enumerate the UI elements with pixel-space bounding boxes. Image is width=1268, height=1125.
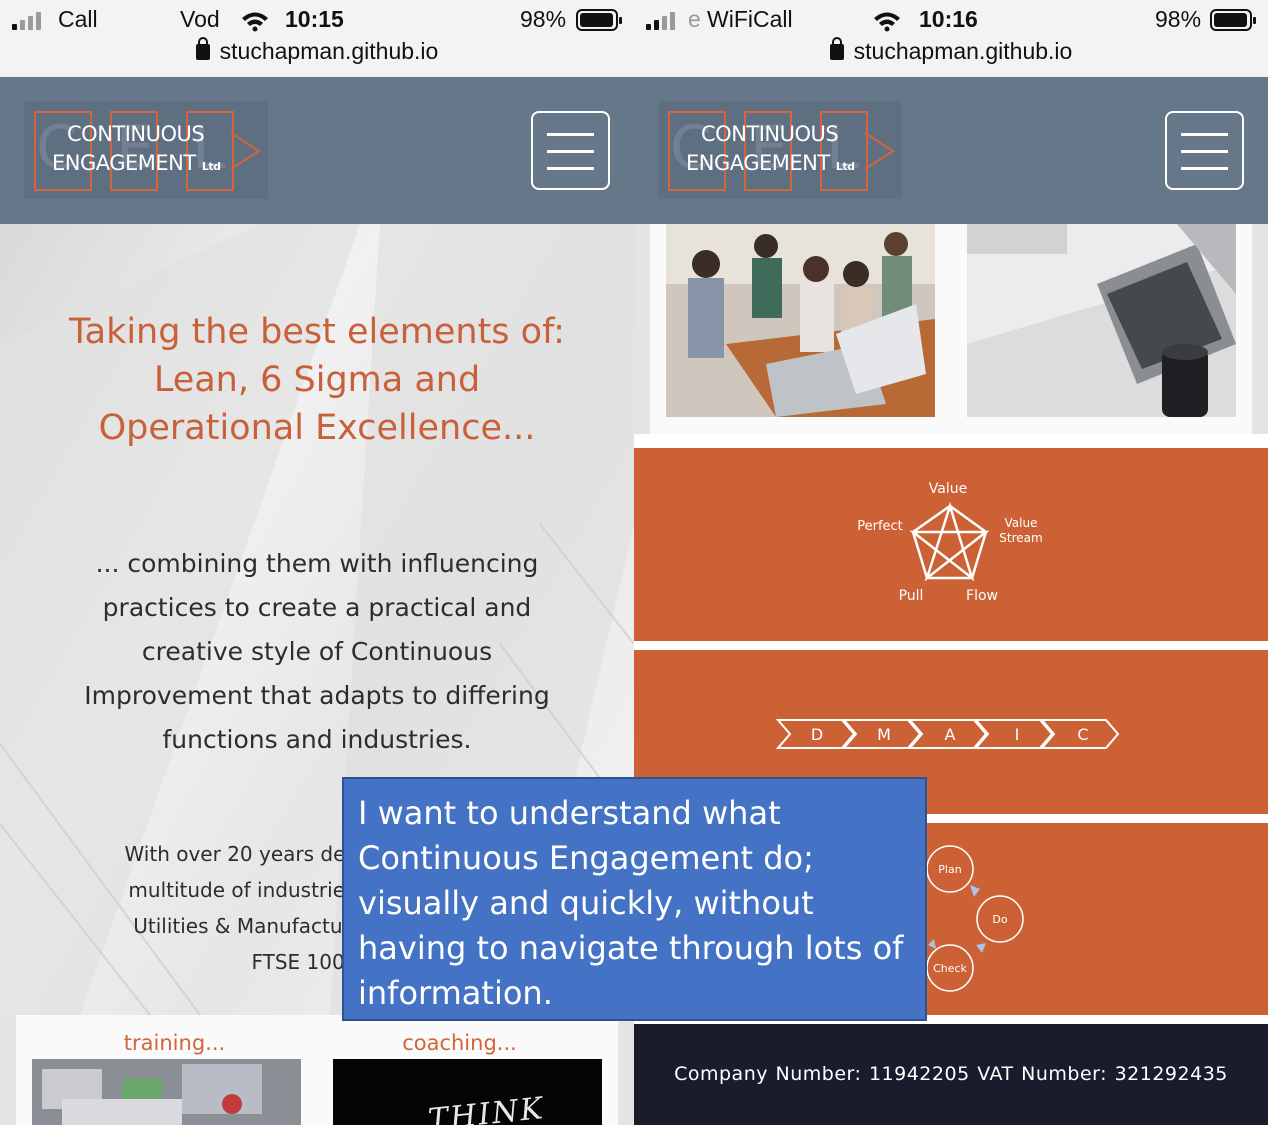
menu-toggle-button[interactable] <box>1165 111 1244 190</box>
svg-text:Do: Do <box>992 913 1007 926</box>
svg-text:Check: Check <box>933 962 967 975</box>
company-logo[interactable]: C E L CONTINUOUS ENGAGEMENT Ltd <box>658 101 902 199</box>
svg-text:Stream: Stream <box>999 531 1042 545</box>
logo-text: CONTINUOUS ENGAGEMENT Ltd <box>52 122 221 175</box>
coaching-think-image[interactable]: THINK <box>333 1059 602 1125</box>
services-cards: training... coaching... THINK <box>0 1015 634 1125</box>
svg-text:Pull: Pull <box>899 588 924 604</box>
hero-heading: Taking the best elements of: Lean, 6 Sig… <box>69 312 565 448</box>
signal-icon <box>12 12 48 30</box>
lean-principles-section: Value Value Stream Perfect Pull Flow <box>634 448 1268 641</box>
url-text: stuchapman.github.io <box>853 38 1073 64</box>
lean-pentagon-diagram: Value Value Stream Perfect Pull Flow <box>857 481 1042 604</box>
carrier-prefix: e <box>688 6 701 32</box>
signal-icon <box>646 12 682 30</box>
svg-text:Plan: Plan <box>938 863 961 876</box>
site-navbar: C E L CONTINUOUS ENGAGEMENT Ltd <box>0 77 634 224</box>
hero-paragraph: ... combining them with influencing prac… <box>84 549 550 754</box>
menu-toggle-button[interactable] <box>531 111 610 190</box>
site-navbar: C E L CONTINUOUS ENGAGEMENT Ltd <box>634 77 1268 224</box>
url-text: stuchapman.github.io <box>219 38 439 64</box>
battery-percent: 98% <box>1155 6 1202 32</box>
photo-gallery <box>634 224 1268 434</box>
svg-text:Perfect: Perfect <box>857 519 903 534</box>
status-bar: e WiFiCall 10:16 98% stuchapman.github.i… <box>634 0 1268 77</box>
lock-icon <box>195 37 210 60</box>
svg-text:C: C <box>1077 725 1088 744</box>
carrier-label: Call <box>58 6 98 32</box>
company-registration-text: Company Number: 11942205 VAT Number: 321… <box>674 1063 1228 1085</box>
battery-percent: 98% <box>520 6 567 32</box>
user-need-callout: I want to understand what Continuous Eng… <box>342 777 927 1021</box>
site-footer: Company Number: 11942205 VAT Number: 321… <box>634 1024 1268 1125</box>
laptop-desk-photo[interactable] <box>967 224 1236 417</box>
address-bar[interactable]: stuchapman.github.io <box>0 37 634 65</box>
battery-icon <box>576 9 622 31</box>
svg-text:I: I <box>1015 725 1020 744</box>
card-title-training[interactable]: training... <box>40 1031 309 1055</box>
svg-text:M: M <box>877 725 891 744</box>
svg-text:A: A <box>945 725 956 744</box>
svg-text:Value: Value <box>929 481 967 497</box>
svg-text:Value: Value <box>1005 516 1038 530</box>
carrier-label: WiFiCall <box>707 6 793 32</box>
battery-icon <box>1210 9 1256 31</box>
clock-time: 10:16 <box>919 6 978 32</box>
status-bar: Call Vod 10:15 98% stuchapman.github.io <box>0 0 634 77</box>
training-image[interactable] <box>32 1059 301 1125</box>
lock-icon <box>829 37 844 60</box>
logo-text: CONTINUOUS ENGAGEMENT Ltd <box>686 122 855 175</box>
carrier-label-secondary: Vod <box>180 6 220 32</box>
company-logo[interactable]: C E L CONTINUOUS ENGAGEMENT Ltd <box>24 101 268 199</box>
address-bar[interactable]: stuchapman.github.io <box>634 37 1268 65</box>
card-title-coaching[interactable]: coaching... <box>325 1031 594 1055</box>
svg-text:Flow: Flow <box>966 588 998 604</box>
wifi-icon <box>874 12 900 32</box>
team-meeting-photo[interactable] <box>666 224 935 417</box>
wifi-icon <box>242 12 268 32</box>
clock-time: 10:15 <box>285 6 344 32</box>
svg-text:D: D <box>811 725 823 744</box>
